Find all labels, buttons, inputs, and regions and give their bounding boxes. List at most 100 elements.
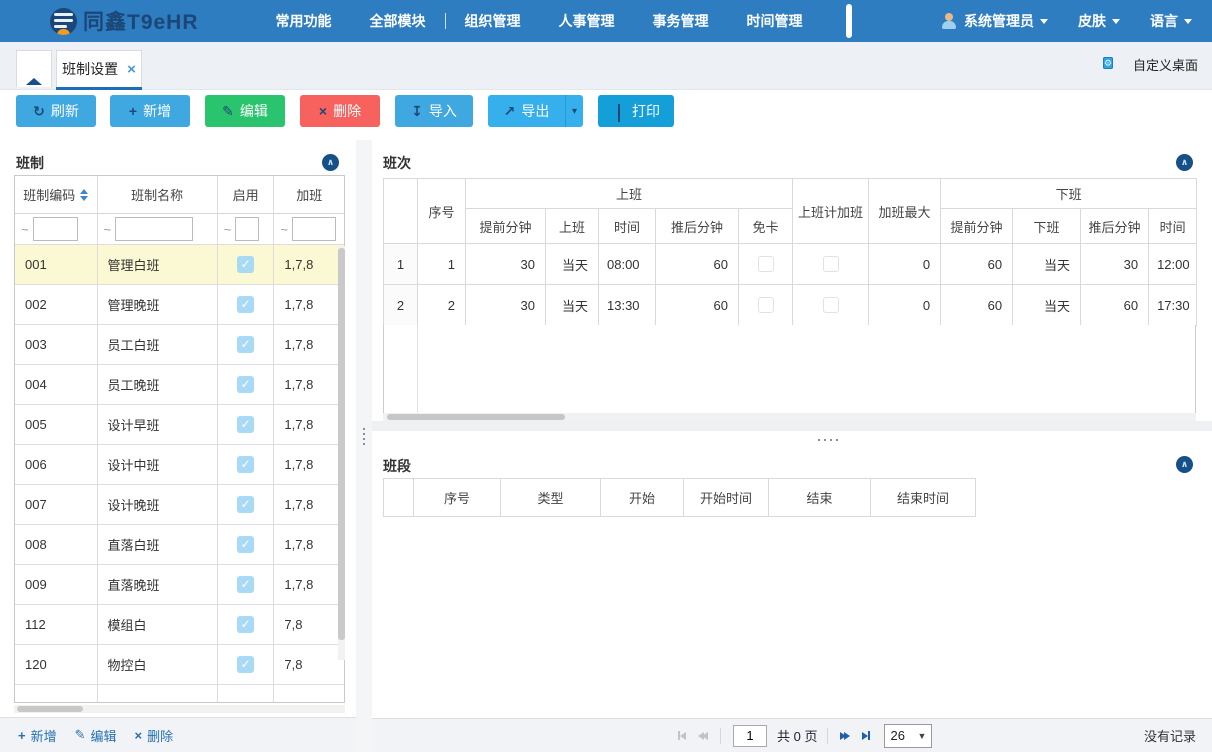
collapse-up-icon[interactable]: ∧ <box>322 154 339 171</box>
collapse-up-icon[interactable]: ∧ <box>1176 154 1193 171</box>
checkbox-checked-icon[interactable]: ✓ <box>237 416 254 433</box>
table-row[interactable]: 003 员工白班 ✓ 1,7,8 <box>15 325 344 365</box>
filter-overtime-input[interactable] <box>292 217 336 241</box>
table-row[interactable]: 005 设计早班 ✓ 1,7,8 <box>15 405 344 445</box>
language-menu[interactable]: 语言 <box>1150 11 1192 31</box>
menu-item-affairs[interactable]: 事务管理 <box>653 11 709 31</box>
tab-shift-settings[interactable]: 班制设置 × <box>56 50 142 87</box>
user-menu[interactable]: 系统管理员 <box>941 11 1048 31</box>
refresh-button[interactable]: ↻ 刷新 <box>16 95 96 127</box>
segment-table: 序号 类型 开始 开始时间 结束 结束时间 <box>383 478 976 517</box>
page-size-select[interactable]: 26 ▼ <box>884 724 932 748</box>
tab-home[interactable] <box>16 50 52 87</box>
table-row[interactable]: 1 1 30 当天 08:00 60 0 60 当天 30 12:00 <box>384 244 1197 285</box>
filter-name-input[interactable] <box>115 217 193 241</box>
checkbox-checked-icon[interactable]: ✓ <box>237 456 254 473</box>
menu-item-organization[interactable]: 组织管理 <box>465 11 521 31</box>
column-header-seq[interactable]: 序号 <box>414 479 501 517</box>
checkbox-checked-icon[interactable]: ✓ <box>237 296 254 313</box>
table-row[interactable]: 007 设计晚班 ✓ 1,7,8 <box>15 485 344 525</box>
column-header-end[interactable]: 结束 <box>769 479 871 517</box>
checkbox-unchecked-icon[interactable] <box>758 297 774 313</box>
column-header-rownum <box>384 479 414 517</box>
import-button[interactable]: ↧ 导入 <box>395 95 473 127</box>
column-header-code[interactable]: 班制编码 <box>15 176 98 213</box>
close-icon[interactable]: × <box>127 61 136 78</box>
navbar-right: 系统管理员 皮肤 语言 <box>911 0 1192 42</box>
customize-desktop-button[interactable]: ⚙ 自定义桌面 <box>1103 54 1198 74</box>
column-header-off-late[interactable]: 推后分钟 <box>1081 209 1149 244</box>
column-header-start[interactable]: 开始 <box>601 479 684 517</box>
column-header-count-overtime[interactable]: 上班计加班 <box>793 179 869 244</box>
column-header-name[interactable]: 班制名称 <box>98 176 218 213</box>
print-button[interactable]: 打印 <box>598 95 674 127</box>
vertical-splitter[interactable] <box>356 140 372 752</box>
column-header-on-early[interactable]: 提前分钟 <box>466 209 546 244</box>
column-header-off-early[interactable]: 提前分钟 <box>941 209 1013 244</box>
footer-delete-link[interactable]: × 删除 <box>135 726 174 745</box>
column-header-enabled[interactable]: 启用 <box>218 176 275 213</box>
filter-code-input[interactable] <box>33 217 78 241</box>
scrollbar-thumb[interactable] <box>387 414 565 420</box>
horizontal-splitter[interactable] <box>372 421 1212 431</box>
menu-item-personnel[interactable]: 人事管理 <box>559 11 615 31</box>
checkbox-checked-icon[interactable]: ✓ <box>237 616 254 633</box>
collapse-up-icon[interactable]: ∧ <box>1176 456 1193 473</box>
checkbox-unchecked-icon[interactable] <box>823 297 839 313</box>
table-row[interactable]: 008 直落白班 ✓ 1,7,8 <box>15 525 344 565</box>
footer-add-link[interactable]: + 新增 <box>18 726 57 745</box>
pager-first-button[interactable] <box>678 731 686 740</box>
scrollbar-thumb[interactable] <box>17 706 83 712</box>
vertical-scrollbar[interactable] <box>338 246 345 660</box>
edit-button[interactable]: ✎ 编辑 <box>205 95 285 127</box>
column-header-free-card[interactable]: 免卡 <box>739 209 793 244</box>
column-header-start-time[interactable]: 开始时间 <box>684 479 769 517</box>
add-button[interactable]: + 新增 <box>110 95 190 127</box>
column-header-off-time[interactable]: 时间 <box>1149 209 1197 244</box>
menu-item-time[interactable]: 时间管理 <box>747 11 803 31</box>
checkbox-unchecked-icon[interactable] <box>823 256 839 272</box>
filter-enabled-input[interactable] <box>235 217 259 241</box>
column-header-overtime[interactable]: 加班 <box>274 176 344 213</box>
column-header-overtime-max[interactable]: 加班最大 <box>869 179 941 244</box>
pager-page-input[interactable] <box>733 725 767 747</box>
table-row[interactable]: 2 2 30 当天 13:30 60 0 60 当天 60 17:30 <box>384 285 1197 326</box>
pager-prev-button[interactable] <box>698 732 708 740</box>
pager-next-button[interactable] <box>840 732 850 740</box>
checkbox-unchecked-icon[interactable] <box>758 256 774 272</box>
column-header-on-time[interactable]: 时间 <box>599 209 656 244</box>
checkbox-checked-icon[interactable]: ✓ <box>237 536 254 553</box>
checkbox-checked-icon[interactable]: ✓ <box>237 496 254 513</box>
checkbox-checked-icon[interactable]: ✓ <box>237 376 254 393</box>
scrollbar-thumb[interactable] <box>338 248 345 640</box>
column-header-on-day[interactable]: 上班 <box>546 209 599 244</box>
table-row[interactable]: 004 员工晚班 ✓ 1,7,8 <box>15 365 344 405</box>
pager-last-button[interactable] <box>862 731 870 740</box>
horizontal-scrollbar[interactable] <box>383 413 1196 421</box>
column-header-seq[interactable]: 序号 <box>418 179 466 244</box>
filter-row: ~ ~ ~ ~ <box>15 214 344 245</box>
column-header-on-late[interactable]: 推后分钟 <box>656 209 739 244</box>
table-row[interactable]: 001 管理白班 ✓ 1,7,8 <box>15 245 344 285</box>
sort-icon[interactable] <box>80 189 88 201</box>
table-row[interactable]: 009 直落晚班 ✓ 1,7,8 <box>15 565 344 605</box>
menu-item-all-modules[interactable]: 全部模块 <box>370 11 426 31</box>
column-header-off-day[interactable]: 下班 <box>1013 209 1081 244</box>
delete-button[interactable]: × 删除 <box>300 95 380 127</box>
export-dropdown-button[interactable]: ▾ <box>565 95 583 127</box>
menu-item-common-functions[interactable]: 常用功能 <box>276 11 332 31</box>
checkbox-checked-icon[interactable]: ✓ <box>237 336 254 353</box>
checkbox-checked-icon[interactable]: ✓ <box>237 576 254 593</box>
checkbox-checked-icon[interactable]: ✓ <box>237 656 254 673</box>
column-header-type[interactable]: 类型 <box>501 479 601 517</box>
table-row[interactable]: 120 物控白 ✓ 7,8 <box>15 645 344 685</box>
skin-menu[interactable]: 皮肤 <box>1078 11 1120 31</box>
horizontal-scrollbar[interactable] <box>14 705 345 713</box>
table-row[interactable]: 006 设计中班 ✓ 1,7,8 <box>15 445 344 485</box>
column-header-end-time[interactable]: 结束时间 <box>871 479 976 517</box>
table-row[interactable]: 112 模组白 ✓ 7,8 <box>15 605 344 645</box>
export-button[interactable]: ↗ 导出 <box>488 95 565 127</box>
footer-edit-link[interactable]: ✎ 编辑 <box>75 726 117 745</box>
checkbox-checked-icon[interactable]: ✓ <box>237 256 254 273</box>
table-row[interactable]: 002 管理晚班 ✓ 1,7,8 <box>15 285 344 325</box>
